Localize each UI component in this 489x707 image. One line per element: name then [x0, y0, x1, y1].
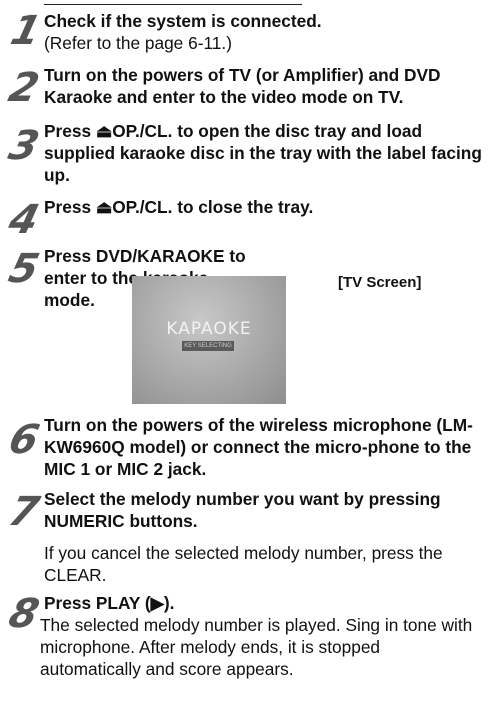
screen-subtitle: KEY SELECTING: [182, 341, 234, 351]
step-number: 6: [4, 417, 44, 463]
step-instruction: Select the melody number you want by pre…: [44, 489, 441, 531]
step-note: The selected melody number is played. Si…: [40, 615, 473, 679]
step-number: 1: [6, 8, 46, 54]
tv-screen-image: KAPAOKE KEY SELECTING: [132, 276, 286, 404]
step-number: 8: [4, 591, 44, 637]
step-instruction: Press ⏏OP./CL. to open the disc tray and…: [44, 121, 482, 185]
step-instruction: Turn on the powers of the wireless micro…: [44, 415, 473, 479]
tv-screen-label: [TV Screen]: [338, 274, 422, 291]
top-rule: [44, 4, 302, 5]
step-instruction: Press ⏏OP./CL. to close the tray.: [44, 197, 314, 217]
step-note: If you cancel the selected melody number…: [44, 543, 443, 585]
screen-title: KAPAOKE: [166, 319, 252, 339]
step-number: 2: [4, 65, 44, 111]
step-instruction: Press PLAY (▶).: [44, 593, 175, 613]
step-instruction: Turn on the powers of TV (or Amplifier) …: [44, 65, 441, 107]
step-number: 4: [4, 197, 44, 243]
step-number: 3: [4, 123, 44, 169]
step-number: 5: [4, 246, 44, 292]
step-number: 7: [4, 489, 44, 535]
step-note: (Refer to the page 6-11.): [44, 33, 232, 53]
step-instruction: Check if the system is connected.: [44, 11, 322, 31]
